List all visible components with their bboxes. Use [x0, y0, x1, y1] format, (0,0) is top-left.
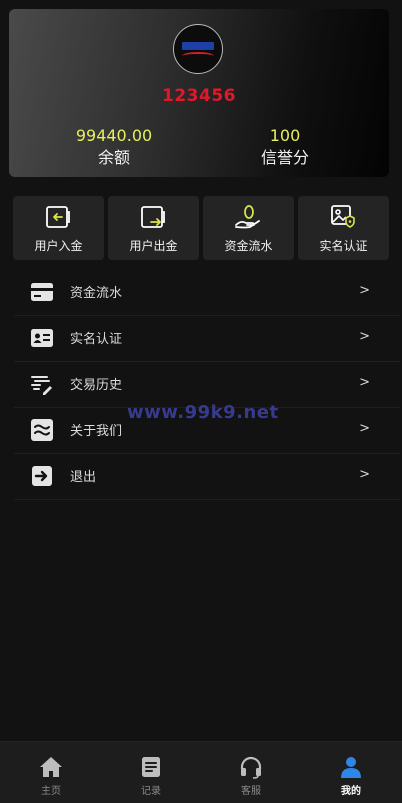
chevron-right-icon: > — [359, 375, 370, 390]
balance-stat: 99440.00 余额 — [34, 126, 194, 169]
credit-label: 信誉分 — [260, 148, 309, 167]
quick-withdraw-button[interactable]: 用户出金 — [108, 196, 199, 260]
quick-verify-label: 实名认证 — [319, 239, 368, 253]
quick-deposit-button[interactable]: 用户入金 — [13, 196, 104, 260]
balance-value: 99440.00 — [75, 126, 153, 145]
tab-support[interactable]: 客服 — [201, 742, 301, 803]
menu-item-verify[interactable]: 实名认证 > — [14, 316, 400, 362]
avatar-swoosh — [182, 52, 214, 60]
tab-label: 记录 — [141, 786, 161, 797]
history-icon — [31, 376, 52, 395]
my-account-page: 123456 99440.00 余额 100 信誉分 用户入金 用户出金 资金流… — [0, 0, 402, 803]
balance-label: 余额 — [97, 148, 130, 167]
headset-icon — [240, 756, 262, 779]
tab-home[interactable]: 主页 — [1, 742, 101, 803]
tab-mine[interactable]: 我的 — [301, 742, 401, 803]
menu-item-label: 实名认证 — [70, 332, 123, 347]
menu-item-label: 交易历史 — [70, 378, 123, 393]
money-hand-icon — [235, 205, 260, 229]
about-icon — [31, 419, 53, 441]
credit-stat: 100 信誉分 — [205, 126, 365, 169]
menu-item-fund-flow[interactable]: 资金流水 > — [14, 270, 400, 316]
chevron-right-icon: > — [359, 329, 370, 344]
tab-label: 我的 — [341, 786, 361, 797]
chevron-right-icon: > — [359, 283, 370, 298]
card-icon — [31, 283, 53, 301]
wallet-in-icon — [46, 206, 70, 228]
menu-item-logout[interactable]: 退出 > — [14, 454, 400, 500]
logout-icon — [32, 466, 52, 486]
chevron-right-icon: > — [359, 467, 370, 482]
menu-list: 资金流水 > 实名认证 > 交易历史 > 关于我们 > 退出 > — [14, 270, 400, 500]
bottom-tab-bar: 主页 记录 客服 我的 — [0, 741, 402, 803]
user-icon — [341, 757, 361, 778]
avatar-logo — [182, 42, 214, 50]
wallet-out-icon — [141, 206, 165, 228]
profile-card: 123456 99440.00 余额 100 信誉分 — [9, 9, 389, 177]
credit-value: 100 — [269, 126, 301, 145]
tab-label: 主页 — [41, 786, 61, 797]
quick-fund-flow-button[interactable]: 资金流水 — [203, 196, 294, 260]
records-icon — [142, 757, 160, 777]
id-verify-icon — [331, 205, 355, 228]
tab-label: 客服 — [241, 786, 261, 797]
quick-deposit-label: 用户入金 — [34, 239, 83, 253]
menu-item-label: 资金流水 — [70, 286, 123, 301]
menu-item-label: 关于我们 — [70, 424, 123, 439]
quick-verify-button[interactable]: 实名认证 — [298, 196, 389, 260]
menu-item-label: 退出 — [70, 470, 97, 485]
quick-fund-flow-label: 资金流水 — [224, 239, 273, 253]
id-card-icon — [31, 329, 53, 347]
tab-records[interactable]: 记录 — [101, 742, 201, 803]
chevron-right-icon: > — [359, 421, 370, 436]
watermark: www.99k9.net — [127, 402, 279, 423]
avatar[interactable] — [173, 24, 223, 74]
quick-withdraw-label: 用户出金 — [129, 239, 178, 253]
home-icon — [40, 757, 62, 777]
username: 123456 — [162, 86, 236, 106]
